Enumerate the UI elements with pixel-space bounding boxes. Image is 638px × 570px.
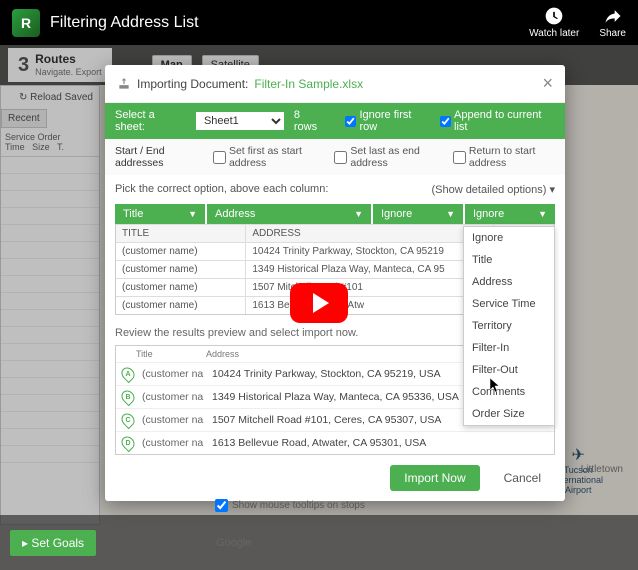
- google-attribution: Google: [216, 537, 251, 549]
- dropdown-filter-out[interactable]: Filter-Out: [464, 359, 554, 381]
- modal-header: Importing Document: Filter-In Sample.xls…: [105, 65, 565, 103]
- column-mapping-header: Title▼ Address▼ Ignore▼ Ignore▼ Ignore T…: [105, 204, 565, 224]
- cancel-button[interactable]: Cancel: [490, 465, 555, 491]
- watch-later-button[interactable]: Watch later: [529, 6, 579, 39]
- sheet-select[interactable]: Sheet1: [196, 112, 284, 130]
- preview-header-address: Address: [206, 349, 239, 359]
- ignore-first-row-checkbox[interactable]: Ignore first row: [345, 109, 430, 133]
- dropdown-filter-in[interactable]: Filter-In: [464, 337, 554, 359]
- set-first-checkbox[interactable]: Set first as start address: [213, 145, 320, 169]
- sheet-bar: Select a sheet: Sheet1 8 rows Ignore fir…: [105, 103, 565, 139]
- dropdown-order-size[interactable]: Order Size: [464, 403, 554, 425]
- dropdown-address[interactable]: Address: [464, 271, 554, 293]
- start-end-row: Start / End addresses Set first as start…: [105, 139, 565, 175]
- set-last-checkbox[interactable]: Set last as end address: [334, 145, 439, 169]
- import-icon: [117, 77, 131, 91]
- video-header: R Filtering Address List Watch later Sha…: [0, 0, 638, 45]
- import-now-button[interactable]: Import Now: [390, 465, 479, 491]
- modal-filename: Filter-In Sample.xlsx: [254, 77, 363, 91]
- dropdown-service-time[interactable]: Service Time: [464, 293, 554, 315]
- dropdown-ignore[interactable]: Ignore: [464, 227, 554, 249]
- bottom-bar: ▸ Set Goals Google: [0, 515, 638, 570]
- col-select-1[interactable]: Title▼: [115, 204, 205, 224]
- dropdown-title[interactable]: Title: [464, 249, 554, 271]
- dropdown-territory[interactable]: Territory: [464, 315, 554, 337]
- watch-later-label: Watch later: [529, 28, 579, 39]
- share-button[interactable]: Share: [599, 6, 626, 39]
- share-label: Share: [599, 28, 626, 39]
- col-select-2[interactable]: Address▼: [207, 204, 371, 224]
- marker-icon: B: [119, 388, 137, 406]
- close-button[interactable]: ×: [542, 73, 553, 94]
- brand-logo: R: [12, 9, 40, 37]
- column-dropdown: Ignore Title Address Service Time Territ…: [463, 226, 555, 426]
- preview-row: D(customer na1613 Bellevue Road, Atwater…: [116, 432, 554, 454]
- select-sheet-label: Select a sheet:: [115, 109, 186, 133]
- set-goals-button[interactable]: ▸ Set Goals: [10, 530, 96, 556]
- rows-count: 8 rows: [294, 109, 326, 133]
- tooltip-checkbox[interactable]: Show mouse tooltips on stops: [215, 499, 365, 512]
- video-title: Filtering Address List: [50, 14, 529, 32]
- marker-icon: C: [119, 411, 137, 429]
- return-checkbox[interactable]: Return to start address: [453, 145, 555, 169]
- modal-title: Importing Document:: [137, 77, 248, 91]
- marker-icon: A: [119, 365, 137, 383]
- pick-label: Pick the correct option, above each colu…: [115, 183, 328, 196]
- start-end-label: Start / End addresses: [115, 145, 199, 169]
- preview-header-title: Title: [136, 349, 206, 359]
- col-select-3[interactable]: Ignore▼: [373, 204, 463, 224]
- data-header-title: TITLE: [116, 225, 246, 242]
- col-select-4[interactable]: Ignore▼ Ignore Title Address Service Tim…: [465, 204, 555, 224]
- marker-icon: D: [119, 434, 137, 452]
- data-header-address: ADDRESS: [246, 225, 494, 242]
- show-detailed-link[interactable]: (Show detailed options) ▾: [431, 183, 555, 196]
- append-checkbox[interactable]: Append to current list: [440, 109, 555, 133]
- play-button[interactable]: [290, 283, 348, 323]
- dropdown-comments[interactable]: Comments: [464, 381, 554, 403]
